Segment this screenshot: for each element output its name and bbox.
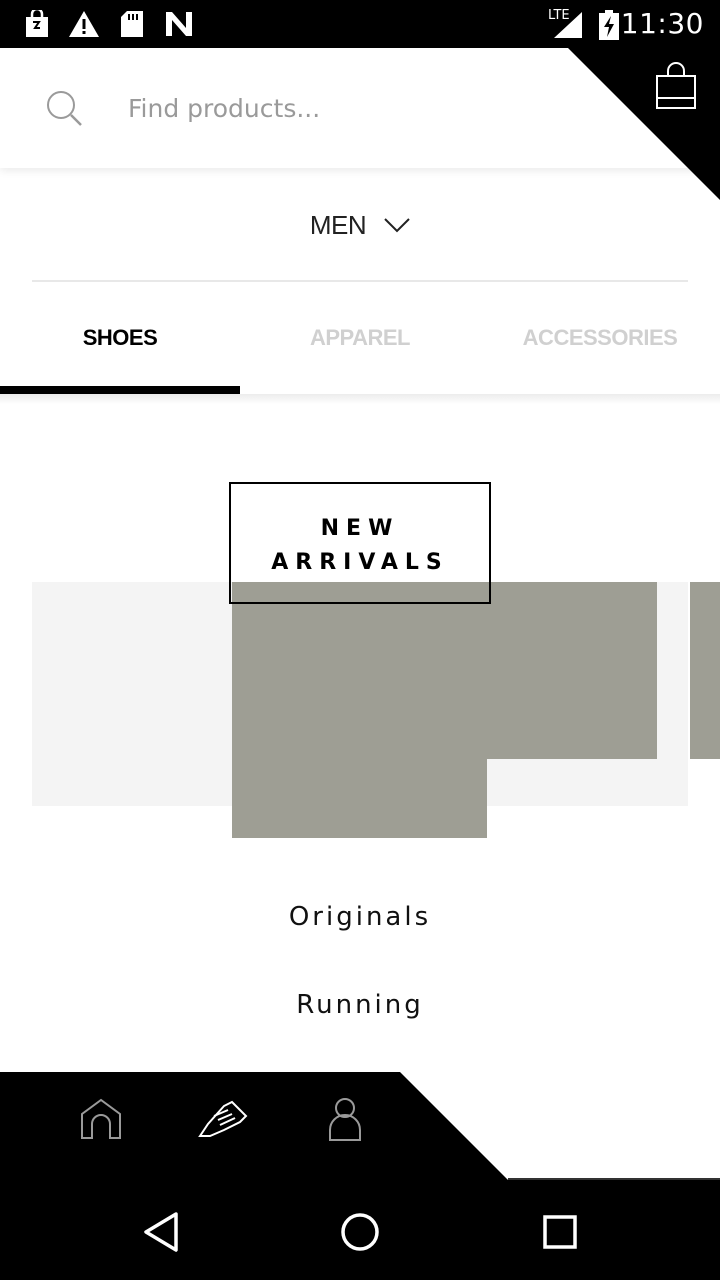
- tab-label: SHOES: [82, 325, 158, 350]
- category-originals[interactable]: Originals: [0, 902, 720, 932]
- home-circle-icon[interactable]: [338, 1210, 382, 1254]
- category-running[interactable]: Running: [0, 990, 720, 1020]
- chevron-down-icon: [384, 218, 410, 233]
- new-arrivals-card[interactable]: [232, 582, 487, 838]
- nav-home-button[interactable]: [66, 1092, 136, 1156]
- tabs-shadow: [0, 394, 720, 404]
- gender-selector[interactable]: MEN: [0, 190, 720, 260]
- search-input[interactable]: [128, 86, 548, 130]
- nav-shop-button[interactable]: [188, 1092, 258, 1156]
- recents-icon[interactable]: [538, 1210, 582, 1254]
- carousel-card-next[interactable]: [690, 582, 720, 759]
- n-logo-icon: [166, 12, 192, 36]
- sd-card-icon: [121, 11, 143, 37]
- back-icon[interactable]: [140, 1210, 184, 1254]
- tab-shoes[interactable]: SHOES: [0, 282, 240, 394]
- status-bar: LTE 11:30: [0, 0, 720, 48]
- shoe-icon: [198, 1100, 248, 1137]
- signal-icon: [554, 12, 582, 38]
- shop-bag-notification-icon: [26, 10, 48, 37]
- tab-apparel[interactable]: APPAREL: [240, 282, 480, 394]
- tab-label: APPAREL: [310, 325, 411, 350]
- nav-profile-button[interactable]: [310, 1092, 380, 1156]
- status-time: 11:30: [620, 7, 704, 40]
- tab-label: ACCESSORIES: [522, 325, 678, 350]
- new-arrivals-badge[interactable]: NEW ARRIVALS: [229, 482, 491, 604]
- bottom-navigation: [0, 1072, 720, 1180]
- badge-line-1: NEW: [320, 516, 400, 541]
- new-arrivals-title: NEW ARRIVALS: [231, 512, 489, 580]
- home-icon: [81, 1098, 121, 1139]
- active-tab-indicator: [0, 386, 240, 394]
- system-navigation-bar: [0, 1180, 720, 1280]
- warning-icon: [69, 11, 99, 37]
- tab-accessories[interactable]: ACCESSORIES: [480, 282, 720, 394]
- carousel-card[interactable]: [487, 582, 657, 759]
- gender-label: MEN: [309, 209, 367, 240]
- profile-icon: [329, 1098, 361, 1141]
- battery-charging-icon: [599, 10, 619, 40]
- category-tabs: SHOES APPAREL ACCESSORIES: [0, 282, 720, 394]
- search-icon[interactable]: [44, 88, 84, 128]
- shopping-bag-button[interactable]: [646, 56, 706, 116]
- badge-line-2: ARRIVALS: [271, 550, 449, 575]
- shopping-bag-icon: [656, 62, 696, 109]
